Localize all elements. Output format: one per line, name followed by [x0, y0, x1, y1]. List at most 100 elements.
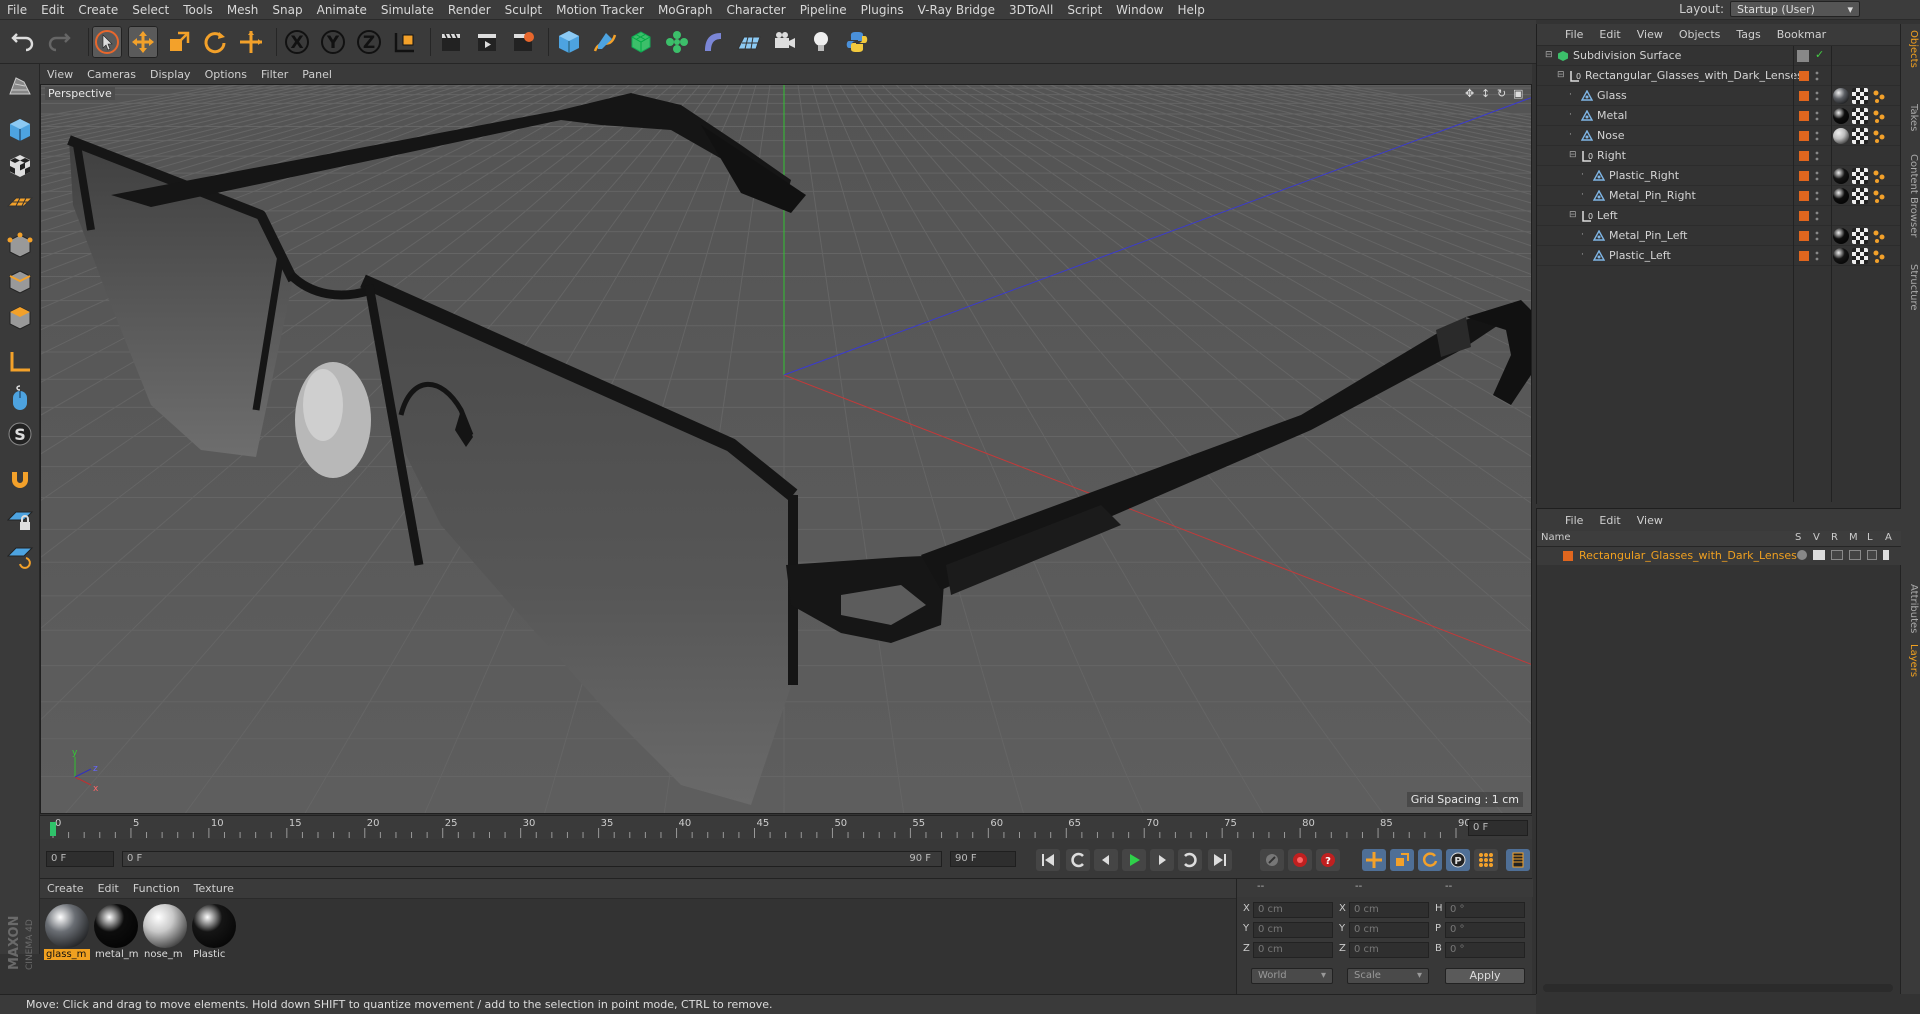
layer-color-indicator[interactable] [1799, 111, 1809, 121]
tweak-mode-button[interactable] [4, 382, 36, 414]
side-tab-structure[interactable]: Structure [1903, 264, 1919, 311]
object-row[interactable]: ⊟ Subdivision Surface ✓ [1537, 46, 1901, 66]
tree-expand-icon[interactable]: · [1581, 190, 1584, 200]
object-menu-tags[interactable]: Tags [1728, 28, 1768, 41]
goto-end-button[interactable] [1208, 849, 1232, 871]
tree-expand-icon[interactable]: · [1569, 90, 1572, 100]
material-tag-icon[interactable] [1833, 228, 1849, 244]
coordinate-field[interactable]: 0 cm [1349, 942, 1429, 958]
layer-column-l[interactable]: L [1867, 532, 1873, 543]
uvw-checker-tag-icon[interactable] [1852, 128, 1868, 144]
material-menu-create[interactable]: Create [40, 882, 91, 895]
viewport-menu-filter[interactable]: Filter [254, 68, 295, 81]
object-menu-edit[interactable]: Edit [1591, 28, 1628, 41]
object-menu-objects[interactable]: Objects [1671, 28, 1729, 41]
rotation-key-button[interactable] [1418, 849, 1442, 871]
object-name[interactable]: Right [1597, 149, 1626, 162]
visibility-dots-icon[interactable] [1815, 150, 1819, 162]
object-row[interactable]: · Metal_Pin_Left [1537, 226, 1901, 246]
object-name[interactable]: Metal [1597, 109, 1627, 122]
viewport-menu-panel[interactable]: Panel [295, 68, 339, 81]
layer-color-indicator[interactable] [1799, 231, 1809, 241]
tree-expand-icon[interactable]: · [1581, 230, 1584, 240]
viewport-camera-label[interactable]: Perspective [45, 87, 115, 100]
tree-expand-icon[interactable]: ⊟ [1569, 150, 1577, 160]
menu-window[interactable]: Window [1109, 3, 1170, 17]
object-row[interactable]: 0 ⊟ Left [1537, 206, 1901, 226]
object-row[interactable]: · Plastic_Right [1537, 166, 1901, 186]
current-frame-field[interactable]: 0 F [1468, 820, 1528, 836]
point-level-key-button[interactable] [1474, 849, 1498, 871]
viewport-menu-cameras[interactable]: Cameras [80, 68, 143, 81]
undo-button[interactable] [8, 26, 38, 58]
layer-column-v[interactable]: V [1813, 532, 1820, 543]
menu-simulate[interactable]: Simulate [374, 3, 441, 17]
visibility-dots-icon[interactable] [1815, 190, 1819, 202]
menu-character[interactable]: Character [719, 3, 792, 17]
layer-menu-view[interactable]: View [1629, 514, 1671, 527]
x-axis-lock-button[interactable]: X [282, 26, 312, 58]
texture-mode-button[interactable] [4, 150, 36, 182]
timeline-window-button[interactable] [1506, 849, 1530, 871]
coordinate-field[interactable]: 0 ° [1445, 942, 1525, 958]
visibility-dots-icon[interactable] [1815, 70, 1819, 82]
menu-script[interactable]: Script [1060, 3, 1109, 17]
phong-tag-icon[interactable] [1871, 88, 1887, 104]
layer-color-indicator[interactable] [1799, 211, 1809, 221]
phong-tag-icon[interactable] [1871, 188, 1887, 204]
editor-visibility-toggle[interactable] [1797, 50, 1809, 62]
material-tag-icon[interactable] [1833, 108, 1849, 124]
position-key-button[interactable] [1362, 849, 1386, 871]
layer-column-m[interactable]: M [1849, 532, 1858, 543]
end-frame-field[interactable]: 90 F [950, 851, 1016, 867]
move-tool-button[interactable] [128, 26, 158, 58]
menu-animate[interactable]: Animate [310, 3, 374, 17]
menu-file[interactable]: File [0, 3, 34, 17]
edges-mode-button[interactable] [4, 266, 36, 298]
side-tab-takes[interactable]: Takes [1903, 104, 1919, 131]
step-back-button[interactable] [1094, 849, 1118, 871]
make-editable-button[interactable] [4, 70, 36, 102]
tree-expand-icon[interactable]: · [1581, 250, 1584, 260]
layer-toggle-icons[interactable] [1797, 550, 1889, 560]
layer-color-indicator[interactable] [1799, 171, 1809, 181]
y-axis-lock-button[interactable]: Y [318, 26, 348, 58]
magnet-button[interactable] [4, 462, 36, 494]
axis-mode-button[interactable] [4, 346, 36, 378]
layer-column-r[interactable]: R [1831, 532, 1838, 543]
tree-expand-icon[interactable]: · [1569, 110, 1572, 120]
tree-expand-icon[interactable]: ⊟ [1557, 70, 1565, 80]
material-tag-icon[interactable] [1833, 88, 1849, 104]
layer-column-name[interactable]: Name [1541, 532, 1571, 543]
python-script-button[interactable] [842, 26, 872, 58]
object-menu-file[interactable]: File [1557, 28, 1591, 41]
timeline-ruler[interactable]: 0 5 10 15 20 25 30 35 40 45 50 55 60 65 70 75 80 85 90 0 F [40, 815, 1532, 839]
object-row[interactable]: · Metal_Pin_Right [1537, 186, 1901, 206]
material-menu-texture[interactable]: Texture [187, 882, 241, 895]
record-active-objects-button[interactable] [1260, 849, 1284, 871]
goto-previous-key-button[interactable] [1066, 849, 1090, 871]
layer-color-indicator[interactable] [1799, 91, 1809, 101]
uvw-checker-tag-icon[interactable] [1852, 88, 1868, 104]
tree-expand-icon[interactable]: · [1569, 130, 1572, 140]
menu-motion-tracker[interactable]: Motion Tracker [549, 3, 651, 17]
render-picture-viewer-button[interactable] [472, 26, 502, 58]
visibility-dots-icon[interactable] [1815, 90, 1819, 102]
keyframe-selection-button[interactable]: ? [1316, 849, 1340, 871]
layout-select[interactable]: Startup (User) ▾ [1730, 1, 1860, 17]
viewport-menu-display[interactable]: Display [143, 68, 198, 81]
layer-color-indicator[interactable] [1799, 191, 1809, 201]
layer-color-indicator[interactable] [1799, 71, 1809, 81]
visibility-dots-icon[interactable] [1815, 230, 1819, 242]
floor-object-button[interactable] [734, 26, 764, 58]
check-icon[interactable]: ✓ [1815, 48, 1824, 61]
pan-icon[interactable]: ✥ [1465, 87, 1477, 100]
cube-object-button[interactable] [554, 26, 584, 58]
uvw-checker-tag-icon[interactable] [1852, 188, 1868, 204]
light-object-button[interactable] [806, 26, 836, 58]
deformer-button[interactable] [698, 26, 728, 58]
visibility-dots-icon[interactable] [1815, 110, 1819, 122]
coordinate-system-button[interactable] [390, 26, 420, 58]
mograph-cloner-button[interactable] [662, 26, 692, 58]
phong-tag-icon[interactable] [1871, 228, 1887, 244]
